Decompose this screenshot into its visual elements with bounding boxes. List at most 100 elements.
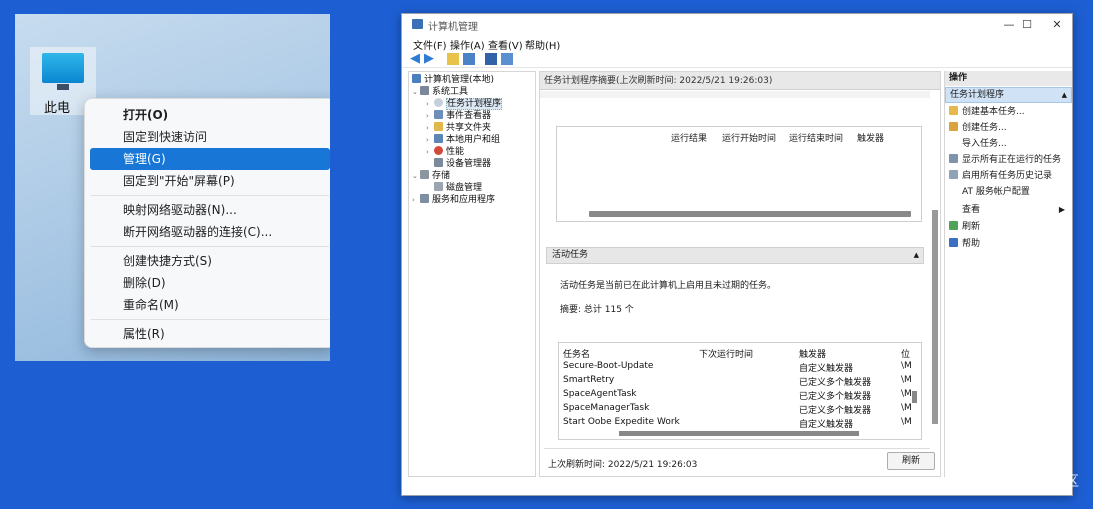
task-name[interactable]: Start Oobe Expedite Work	[563, 417, 680, 427]
menu-item-map-network-drive[interactable]: 映射网络驱动器(N)...	[90, 199, 330, 221]
menu-item-disconnect-network-drive[interactable]: 断开网络驱动器的连接(C)...	[90, 221, 330, 243]
task-location: \M	[901, 389, 912, 399]
column-header[interactable]: 任务名	[563, 347, 590, 360]
column-header[interactable]: 位	[901, 347, 910, 360]
task-status-list[interactable]: 运行结果 运行开始时间 运行结束时间 触发器	[556, 126, 922, 222]
task-location: \M	[901, 361, 912, 371]
show-hide-tree-icon[interactable]	[463, 53, 475, 65]
active-tasks-header[interactable]: 活动任务 ▲	[546, 247, 924, 264]
menu-file[interactable]: 文件(F)	[413, 37, 447, 52]
window-title: 计算机管理	[428, 22, 478, 33]
column-header[interactable]: 触发器	[857, 131, 884, 144]
tree-item-shared-folders[interactable]: › 共享文件夹	[426, 122, 491, 134]
up-folder-icon[interactable]	[447, 53, 459, 65]
menu-action[interactable]: 操作(A)	[450, 37, 485, 52]
divider	[544, 448, 930, 449]
column-header[interactable]: 运行结果	[671, 131, 707, 144]
desktop-background: 此电 打开(O) 固定到快速访问 管理(G) 固定到"开始"屏幕(P) 映射网络…	[15, 14, 330, 361]
action-help[interactable]: 帮助	[949, 238, 980, 250]
actions-pane: 操作 任务计划程序 ▲ 创建基本任务... 创建任务... 导入任务... 显示…	[944, 71, 1072, 477]
summary-header: 任务计划程序摘要(上次刷新时间: 2022/5/21 19:26:03)	[540, 72, 940, 90]
menu-item-pin-start[interactable]: 固定到"开始"屏幕(P)	[90, 170, 330, 192]
tree-item-task-scheduler[interactable]: › 任务计划程序	[426, 98, 503, 110]
task-name[interactable]: Secure-Boot-Update	[563, 361, 653, 371]
collapse-caret-icon[interactable]: ▲	[914, 248, 919, 263]
task-location: \M	[901, 403, 912, 413]
pane-vertical-scrollbar[interactable]	[932, 210, 938, 424]
maximize-button[interactable]: ☐	[1012, 16, 1042, 34]
properties-icon[interactable]	[501, 53, 513, 65]
menu-item-pin-quick-access[interactable]: 固定到快速访问	[90, 126, 330, 148]
column-header[interactable]: 运行结束时间	[789, 131, 843, 144]
menu-item-delete[interactable]: 删除(D)	[90, 272, 330, 294]
history-icon	[949, 170, 958, 179]
title-bar[interactable]: 计算机管理 — ☐ ✕	[402, 14, 1072, 36]
menu-separator	[91, 319, 329, 320]
disk-icon	[434, 182, 443, 191]
horizontal-scrollbar[interactable]	[589, 211, 911, 217]
storage-icon	[420, 170, 429, 179]
system-tools-icon	[420, 86, 429, 95]
task-trigger: 自定义触发器	[799, 364, 854, 374]
tree-item-storage[interactable]: ⌄ 存储	[412, 170, 450, 182]
action-refresh[interactable]: 刷新	[949, 221, 980, 233]
back-arrow-icon[interactable]: ◀	[410, 52, 422, 65]
menu-item-properties[interactable]: 属性(R)	[90, 323, 330, 345]
action-show-running-tasks[interactable]: 显示所有正在运行的任务	[949, 154, 1061, 166]
actions-section-task-scheduler[interactable]: 任务计划程序 ▲	[945, 87, 1072, 103]
clock-icon	[434, 98, 443, 107]
menu-bar: 文件(F) 操作(A) 查看(V) 帮助(H)	[402, 37, 1072, 52]
collapse-caret-icon[interactable]: ▲	[1062, 88, 1067, 102]
menu-item-open[interactable]: 打开(O)	[90, 104, 330, 126]
refresh-icon	[949, 221, 958, 230]
help-icon[interactable]	[485, 53, 497, 65]
tree-item-services-apps[interactable]: › 服务和应用程序	[412, 194, 495, 206]
active-tasks-title: 活动任务	[552, 250, 589, 260]
action-at-service-account[interactable]: AT 服务帐户配置	[949, 186, 1030, 198]
task-location: \M	[901, 417, 912, 427]
tree-item-disk-management[interactable]: 磁盘管理	[426, 182, 482, 194]
action-view[interactable]: 查看 ▶	[949, 204, 1071, 216]
menu-view[interactable]: 查看(V)	[488, 37, 523, 52]
task-trigger: 自定义触发器	[799, 420, 854, 430]
context-menu: 打开(O) 固定到快速访问 管理(G) 固定到"开始"屏幕(P) 映射网络驱动器…	[84, 98, 330, 348]
vertical-scrollbar[interactable]	[912, 391, 917, 403]
action-create-basic-task[interactable]: 创建基本任务...	[949, 106, 1025, 118]
action-create-task[interactable]: 创建任务...	[949, 122, 1007, 134]
tree-item-local-users[interactable]: › 本地用户和组	[426, 134, 500, 146]
menu-item-create-shortcut[interactable]: 创建快捷方式(S)	[90, 250, 330, 272]
action-enable-task-history[interactable]: 启用所有任务历史记录	[949, 170, 1052, 182]
last-refresh-time: 上次刷新时间: 2022/5/21 19:26:03	[548, 460, 698, 470]
forward-arrow-icon[interactable]: ▶	[424, 52, 436, 65]
active-tasks-summary: 摘要: 总计 115 个	[560, 305, 634, 315]
column-header[interactable]: 触发器	[799, 347, 826, 360]
tree-item-event-viewer[interactable]: › 事件查看器	[426, 110, 491, 122]
tree-item-device-manager[interactable]: 设备管理器	[426, 158, 491, 170]
computer-management-icon	[412, 74, 421, 83]
horizontal-scrollbar[interactable]	[619, 431, 859, 436]
computer-management-icon	[412, 19, 423, 29]
close-button[interactable]: ✕	[1042, 16, 1072, 34]
status-band	[540, 91, 930, 98]
menu-separator	[91, 246, 329, 247]
monitor-icon	[42, 53, 84, 83]
column-header[interactable]: 下次运行时间	[699, 347, 753, 360]
task-name[interactable]: SpaceAgentTask	[563, 389, 637, 399]
task-trigger: 已定义多个触发器	[799, 378, 872, 388]
task-name[interactable]: SmartRetry	[563, 375, 614, 385]
column-header[interactable]: 运行开始时间	[722, 131, 776, 144]
task-name[interactable]: SpaceManagerTask	[563, 403, 649, 413]
action-import-task[interactable]: 导入任务...	[949, 138, 1007, 150]
refresh-button[interactable]: 刷新	[887, 452, 935, 470]
menu-help[interactable]: 帮助(H)	[525, 37, 560, 52]
tree-item-system-tools[interactable]: ⌄ 系统工具	[412, 86, 468, 98]
menu-item-rename[interactable]: 重命名(M)	[90, 294, 330, 316]
tree-root[interactable]: 计算机管理(本地)	[412, 74, 494, 86]
menu-item-manage[interactable]: 管理(G)	[90, 148, 330, 170]
active-tasks-description: 活动任务是当前已在此计算机上启用且未过期的任务。	[560, 281, 777, 291]
performance-icon	[434, 146, 443, 155]
tree-item-performance[interactable]: › 性能	[426, 146, 464, 158]
services-icon	[420, 194, 429, 203]
event-viewer-icon	[434, 110, 443, 119]
active-tasks-table[interactable]: 任务名 下次运行时间 触发器 位 Secure-Boot-Update 自定义触…	[558, 342, 922, 440]
